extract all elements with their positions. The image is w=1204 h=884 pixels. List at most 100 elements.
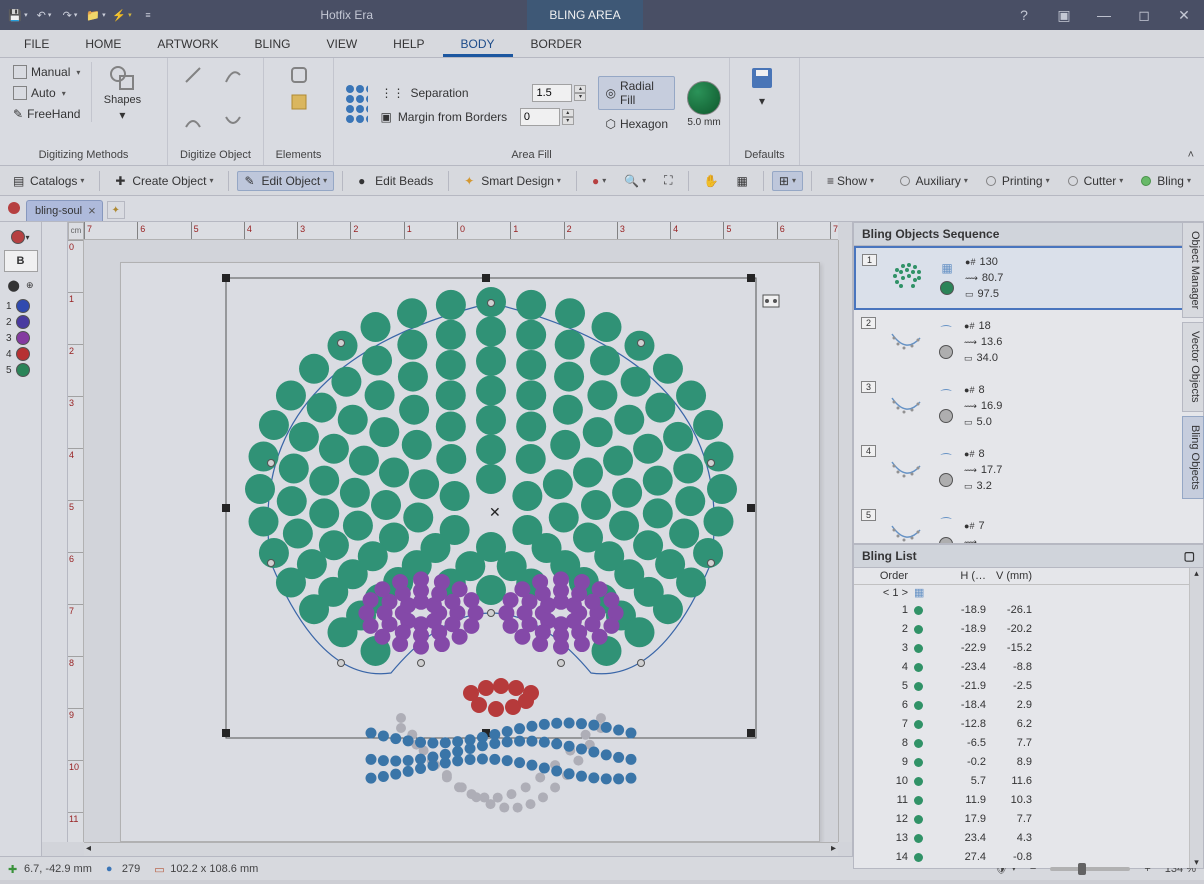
show-button[interactable]: ≡Show▾	[820, 171, 881, 191]
blist-scrollbar[interactable]: ▴▾	[1189, 568, 1203, 868]
auto-button[interactable]: Auto▾	[8, 83, 85, 103]
color-row[interactable]: 2	[2, 314, 39, 330]
qat-save-icon[interactable]: 💾▾	[6, 4, 30, 26]
create-object-button[interactable]: ✚Create Object▾	[108, 171, 220, 191]
new-tab-button[interactable]: ✦	[107, 201, 125, 219]
tool-b-button[interactable]: 🔍▾	[617, 171, 653, 191]
vertical-ruler[interactable]: 01234567891011	[68, 240, 84, 842]
palette-c-button[interactable]: ⬤⊕	[4, 274, 38, 296]
v-scrollbar[interactable]	[838, 240, 852, 842]
shapes-button[interactable]: Shapes▾	[98, 62, 146, 124]
seq-item[interactable]: 3 ⁀ ●# 8 ⟿ 16.9 ▭ 5.0	[854, 374, 1189, 438]
blist-header[interactable]: Order H (… V (mm)	[854, 568, 1203, 585]
menu-view[interactable]: VIEW	[308, 33, 375, 57]
hexagon-button[interactable]: ⬡Hexagon	[598, 114, 675, 134]
tool-a-button[interactable]: ●▾	[585, 171, 613, 191]
blist-row[interactable]: 2-18.9-20.2	[854, 621, 1203, 640]
margin-input[interactable]	[520, 108, 560, 126]
cutter-toggle[interactable]: Cutter▾	[1061, 171, 1131, 191]
bead-preview[interactable]	[687, 81, 721, 115]
context-tab[interactable]: BLING AREA	[527, 0, 642, 30]
blist-row[interactable]: 5-21.9-2.5	[854, 678, 1203, 697]
spin-down-icon[interactable]: ▾	[562, 117, 574, 125]
side-tab-bling-objects[interactable]: Bling Objects	[1182, 416, 1204, 499]
radial-fill-button[interactable]: ◎Radial Fill	[598, 76, 675, 110]
menu-artwork[interactable]: ARTWORK	[139, 33, 236, 57]
zoom-slider[interactable]	[1050, 867, 1130, 871]
printing-toggle[interactable]: Printing▾	[979, 171, 1057, 191]
seq-item[interactable]: 5 ⁀ ●# 7 ⟿	[854, 502, 1189, 543]
qat-redo-icon[interactable]: ↷▾	[58, 4, 82, 26]
close-icon[interactable]: ✕	[1164, 0, 1204, 30]
arc-tool-icon[interactable]	[176, 108, 210, 134]
blist-row[interactable]: 4-23.4-8.8	[854, 659, 1203, 678]
menu-bling[interactable]: BLING	[236, 33, 308, 57]
manual-button[interactable]: Manual▾	[8, 62, 85, 82]
edit-beads-button[interactable]: ●Edit Beads	[351, 171, 440, 191]
arc2-tool-icon[interactable]	[216, 108, 250, 134]
ribbon-collapse-icon[interactable]: ˄	[1188, 149, 1194, 161]
doc-home-icon[interactable]	[6, 200, 22, 216]
menu-file[interactable]: FILE	[6, 33, 67, 57]
menu-body[interactable]: BODY	[443, 33, 513, 57]
seq-item[interactable]: 4 ⁀ ●# 8 ⟿ 17.7 ▭ 3.2	[854, 438, 1189, 502]
catalogs-button[interactable]: ▤Catalogs▾	[6, 171, 91, 191]
blist-row[interactable]: 9-0.28.9	[854, 754, 1203, 773]
blist-row[interactable]: 3-22.9-15.2	[854, 640, 1203, 659]
spin-up-icon[interactable]: ▴	[562, 109, 574, 117]
smart-design-button[interactable]: ✦Smart Design▾	[457, 171, 568, 191]
ruler-unit[interactable]: cm	[68, 222, 84, 240]
blist-group-row[interactable]: < 1 > ▦	[854, 585, 1203, 602]
blist-row[interactable]: 1323.44.3	[854, 830, 1203, 849]
side-tab-vector-objects[interactable]: Vector Objects	[1182, 322, 1204, 412]
ribbon-toggle-icon[interactable]: ▣	[1044, 0, 1084, 30]
seq-item[interactable]: 2 ⁀ ●# 18 ⟿ 13.6 ▭ 34.0	[854, 310, 1189, 374]
snap-button[interactable]: ⊞▾	[772, 171, 803, 191]
auxiliary-toggle[interactable]: Auxiliary▾	[893, 171, 975, 191]
color-row[interactable]: 1	[2, 298, 39, 314]
mode-b-button[interactable]: B	[4, 250, 38, 272]
color-row[interactable]: 5	[2, 362, 39, 378]
blist-row[interactable]: 1427.4-0.8	[854, 849, 1203, 868]
menu-home[interactable]: HOME	[67, 33, 139, 57]
blist-row[interactable]: 1111.910.3	[854, 792, 1203, 811]
blist-row[interactable]: 1-18.9-26.1	[854, 602, 1203, 621]
panel-max-icon[interactable]: ▢	[1184, 549, 1195, 563]
menu-help[interactable]: HELP	[375, 33, 442, 57]
element-b-icon[interactable]	[282, 89, 316, 115]
horizontal-ruler[interactable]: 765432101234567	[84, 222, 838, 240]
color-row[interactable]: 3	[2, 330, 39, 346]
blist-row[interactable]: 1217.97.7	[854, 811, 1203, 830]
separation-input[interactable]	[532, 84, 572, 102]
blist-row[interactable]: 7-12.86.2	[854, 716, 1203, 735]
tool-c-button[interactable]: ⛶	[657, 170, 679, 191]
h-scrollbar[interactable]: ◂▸	[84, 842, 838, 856]
color-row[interactable]: 4	[2, 346, 39, 362]
pan-button[interactable]: ✋	[697, 171, 726, 191]
canvas-area[interactable]: cm 765432101234567 01234567891011 ✕ ◂▸	[42, 222, 852, 856]
design-canvas[interactable]: ✕	[121, 263, 821, 843]
qat-run-icon[interactable]: ⚡▾	[110, 4, 134, 26]
spin-down-icon[interactable]: ▾	[574, 93, 586, 101]
grid-button[interactable]: ▦	[730, 171, 755, 191]
seq-item[interactable]: 1 ▦ ●# 130 ⟿ 80.7 ▭ 97.5	[854, 246, 1189, 310]
bling-toggle[interactable]: Bling▾	[1134, 171, 1198, 191]
spin-up-icon[interactable]: ▴	[574, 85, 586, 93]
menu-border[interactable]: BORDER	[513, 33, 600, 57]
blist-row[interactable]: 6-18.42.9	[854, 697, 1203, 716]
qat-folder-icon[interactable]: 📁▾	[84, 4, 108, 26]
document-tab[interactable]: bling-soul×	[26, 200, 103, 221]
line-tool-icon[interactable]	[176, 62, 210, 88]
palette-a-button[interactable]: ▾	[4, 226, 38, 248]
help-icon[interactable]: ?	[1004, 0, 1044, 30]
freehand-button[interactable]: ✎FreeHand	[8, 104, 85, 124]
maximize-icon[interactable]: ◻	[1124, 0, 1164, 30]
element-a-icon[interactable]	[282, 62, 316, 88]
side-tab-object-manager[interactable]: Object Manager	[1182, 222, 1204, 318]
curve-tool-icon[interactable]	[216, 62, 250, 88]
qat-undo-icon[interactable]: ↶▾	[32, 4, 56, 26]
blist-row[interactable]: 105.711.6	[854, 773, 1203, 792]
qat-more-icon[interactable]: ≡	[136, 4, 160, 26]
minimize-icon[interactable]: —	[1084, 0, 1124, 30]
edit-object-button[interactable]: ✎Edit Object▾	[237, 171, 334, 191]
